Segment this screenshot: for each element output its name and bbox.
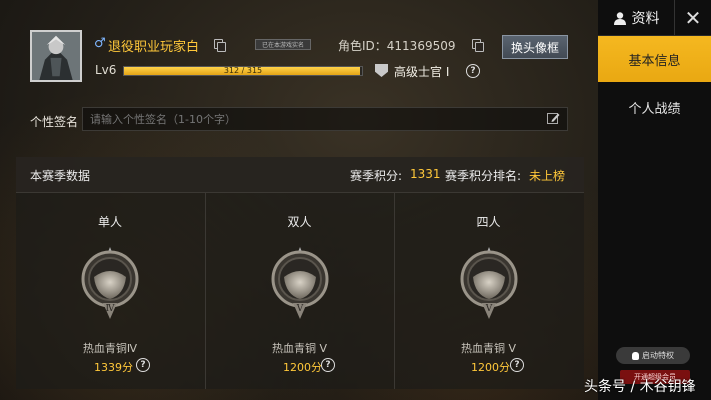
real-name-badge: 已在本游戏实名 (255, 39, 311, 50)
xp-progress-bar: 312 / 315 (123, 66, 363, 76)
signature-input[interactable] (82, 107, 568, 131)
tab-personal-record[interactable]: 个人战绩 (598, 84, 711, 130)
mode-column-solo[interactable]: 单人 Ⅳ 热血青铜Ⅳ 1339分 ? (16, 193, 204, 389)
tier-points: 1200分 (283, 361, 322, 374)
watermark: 头条号 / 木谷钥锋 (584, 379, 696, 395)
tab-basic-info[interactable]: 基本信息 (598, 36, 711, 82)
rank-name: 高级士官 Ⅰ (394, 65, 450, 79)
season-rank-label: 赛季积分排名: (445, 169, 522, 183)
avatar-portrait-icon (32, 32, 80, 80)
bronze-rank-medal-icon: Ⅴ (460, 247, 518, 319)
tier-points: 1200分 (471, 361, 510, 374)
mode-column-squad[interactable]: 四人 Ⅴ 热血青铜 Ⅴ 1200分 ? (394, 193, 582, 389)
mode-title: 四人 (476, 215, 501, 229)
tier-points: 1339分 (94, 361, 133, 374)
side-panel-header: 资料 ✕ (598, 0, 711, 36)
mode-title: 单人 (97, 215, 122, 229)
medal-tier-numeral: Ⅳ (106, 304, 116, 314)
player-name: 退役职业玩家白 (108, 40, 200, 55)
medal-tier-numeral: Ⅴ (296, 304, 304, 314)
xp-progress-text: 312 / 315 (223, 66, 263, 75)
season-stats-panel: 本赛季数据 赛季积分: 1331 赛季积分排名: 未上榜 单人 Ⅳ 热血青铜Ⅳ … (16, 157, 584, 389)
season-points-label: 赛季积分: (350, 169, 403, 183)
mode-title: 双人 (287, 215, 312, 229)
season-rank-value: 未上榜 (529, 169, 566, 183)
change-avatar-frame-button[interactable]: 换头像框 (502, 35, 568, 59)
role-id: 角色ID：411369509 (338, 39, 456, 53)
profile-title: 资料 (598, 0, 675, 35)
male-gender-icon: ♂ (94, 36, 106, 51)
profile-side-panel: 资料 ✕ 基本信息 个人战绩 启动特权 开通超级会员 (598, 0, 711, 400)
rank-help-icon[interactable]: ? (466, 64, 480, 78)
tier-help-icon[interactable]: ? (136, 358, 150, 372)
profile-title-text: 资料 (631, 10, 660, 27)
tier-name: 热血青铜Ⅳ (82, 342, 138, 355)
copy-name-icon[interactable] (214, 39, 226, 52)
signature-label: 个性签名 (30, 115, 79, 129)
tier-help-icon[interactable]: ? (321, 358, 335, 372)
edit-pencil-icon[interactable] (547, 112, 560, 125)
season-stats-title: 本赛季数据 (30, 169, 91, 183)
privilege-button[interactable]: 启动特权 (616, 347, 690, 364)
player-level: Lv6 (95, 63, 117, 77)
season-points-value: 1331 (410, 167, 441, 181)
privilege-label: 启动特权 (642, 351, 674, 360)
tier-help-icon[interactable]: ? (510, 358, 524, 372)
bronze-rank-medal-icon: Ⅴ (271, 247, 329, 319)
player-avatar[interactable] (30, 30, 82, 82)
bronze-rank-medal-icon: Ⅳ (81, 247, 139, 319)
user-icon (613, 11, 626, 25)
tier-name: 热血青铜 Ⅴ (271, 342, 328, 355)
penguin-icon (632, 351, 639, 360)
mode-column-duo[interactable]: 双人 Ⅴ 热血青铜 Ⅴ 1200分 ? (205, 193, 393, 389)
close-button[interactable]: ✕ (675, 0, 711, 35)
tier-name: 热血青铜 Ⅴ (460, 342, 517, 355)
season-stats-header: 本赛季数据 赛季积分: 1331 赛季积分排名: 未上榜 (16, 157, 584, 193)
medal-tier-numeral: Ⅴ (485, 304, 493, 314)
close-icon: ✕ (684, 5, 702, 30)
copy-id-icon[interactable] (472, 39, 484, 52)
